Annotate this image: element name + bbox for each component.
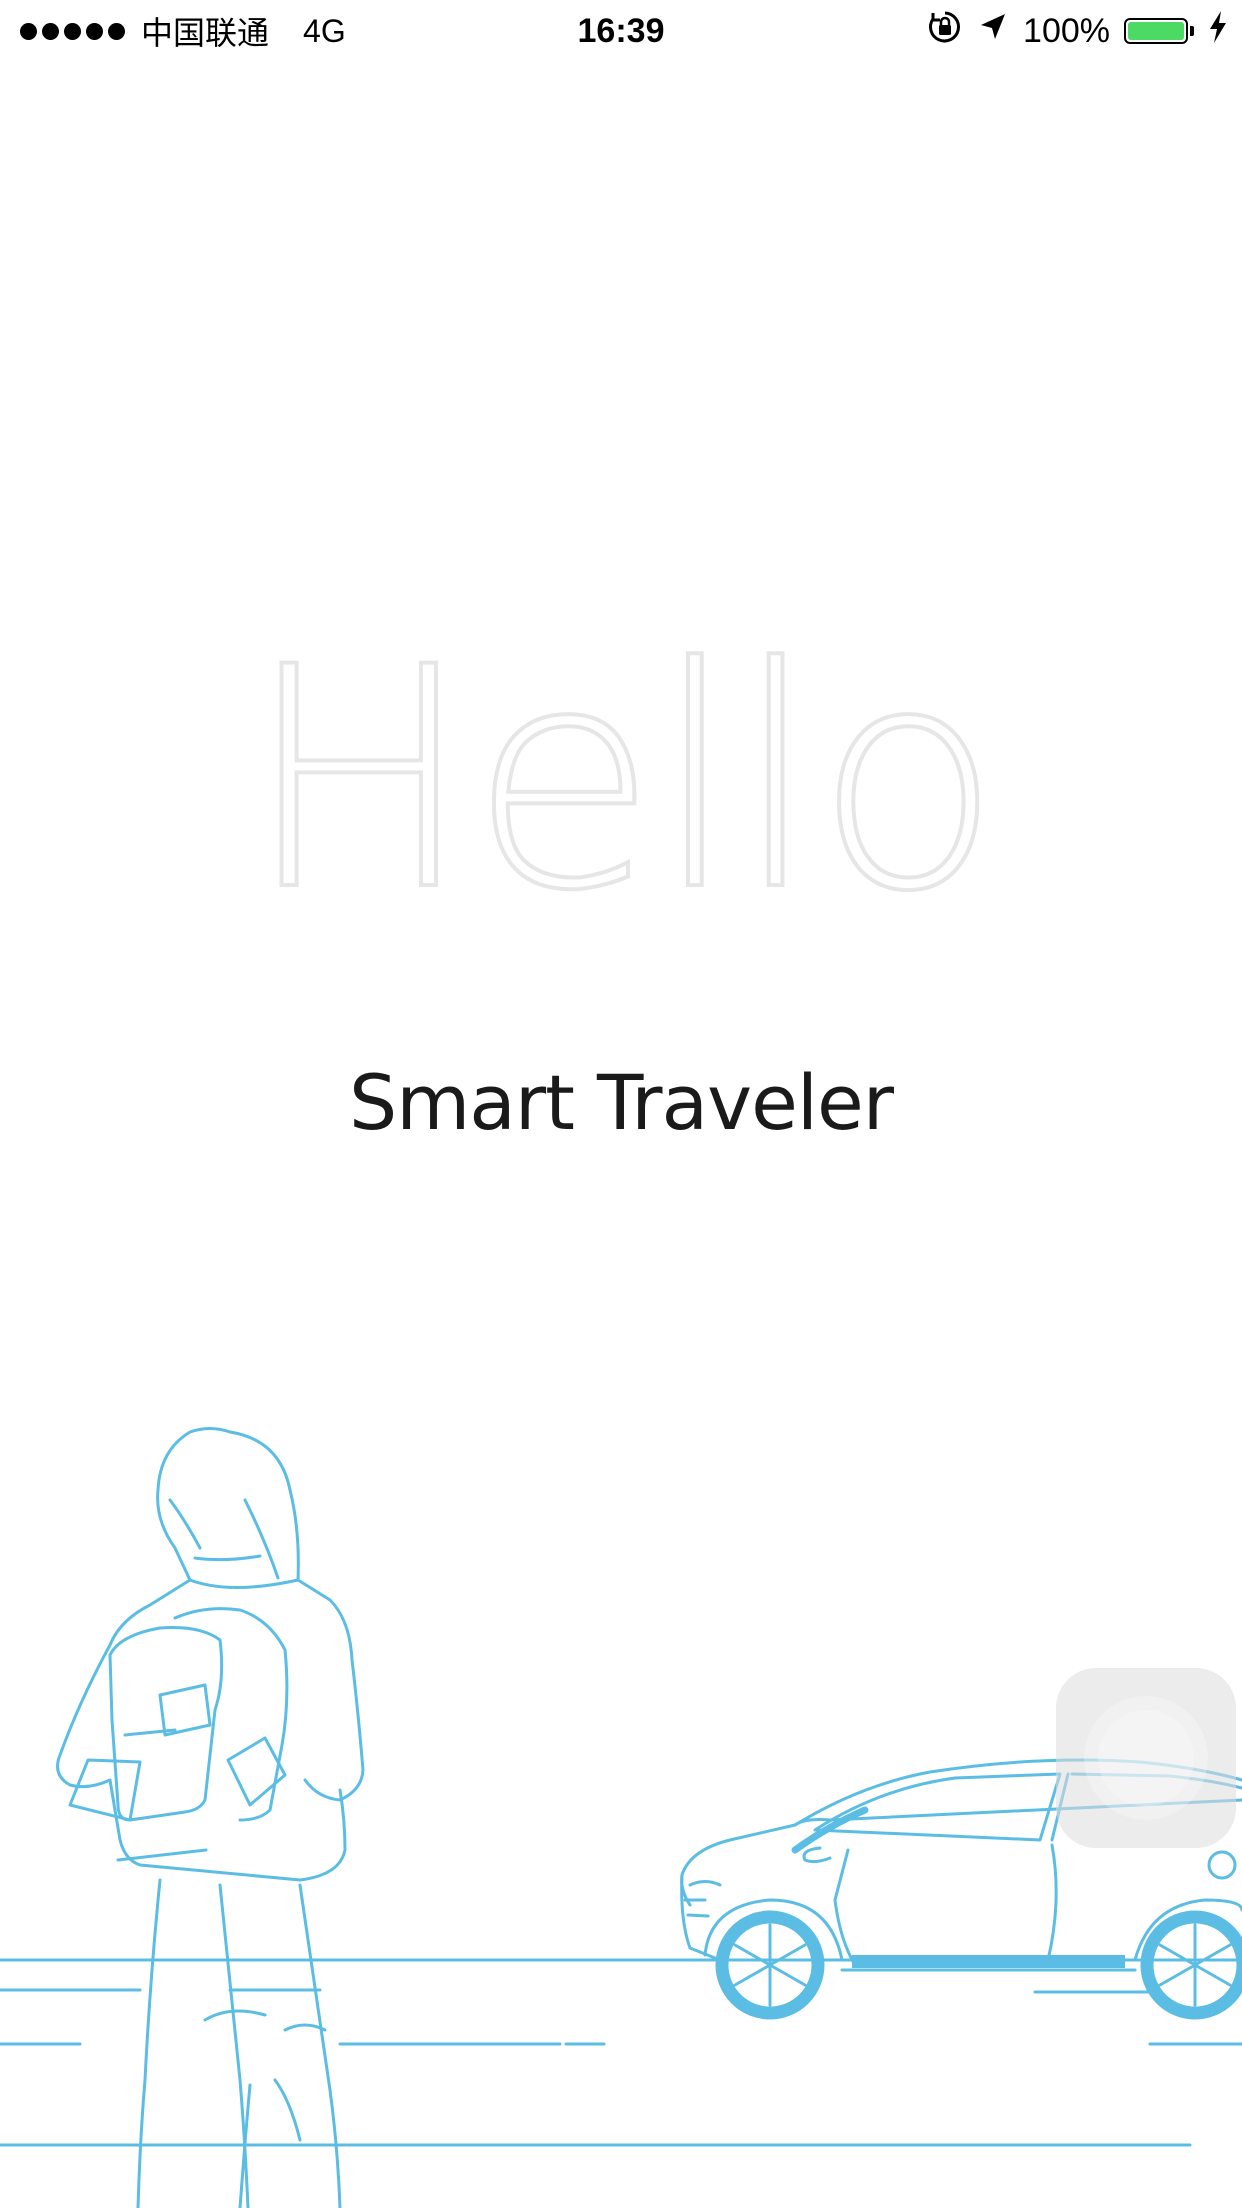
status-bar: 中国联通 4G 16:39 100% bbox=[0, 0, 1242, 60]
headline: Hello bbox=[242, 602, 1003, 957]
status-right: 100% bbox=[927, 8, 1228, 54]
battery-fill bbox=[1128, 22, 1184, 40]
road-lines bbox=[0, 1958, 1242, 2147]
assistive-touch-button[interactable] bbox=[1056, 1668, 1236, 1848]
charging-bolt-icon bbox=[1208, 10, 1228, 53]
front-wheel bbox=[715, 1910, 825, 2020]
battery-icon bbox=[1124, 18, 1194, 44]
subtitle: Smart Traveler bbox=[349, 1058, 894, 1147]
battery-percent: 100% bbox=[1023, 11, 1110, 50]
assistive-touch-icon bbox=[1098, 1710, 1194, 1806]
traveler-figure bbox=[56, 1427, 365, 2208]
location-arrow-icon bbox=[977, 11, 1009, 52]
rear-wheel bbox=[1140, 1910, 1242, 2020]
rotation-lock-icon bbox=[927, 9, 963, 54]
